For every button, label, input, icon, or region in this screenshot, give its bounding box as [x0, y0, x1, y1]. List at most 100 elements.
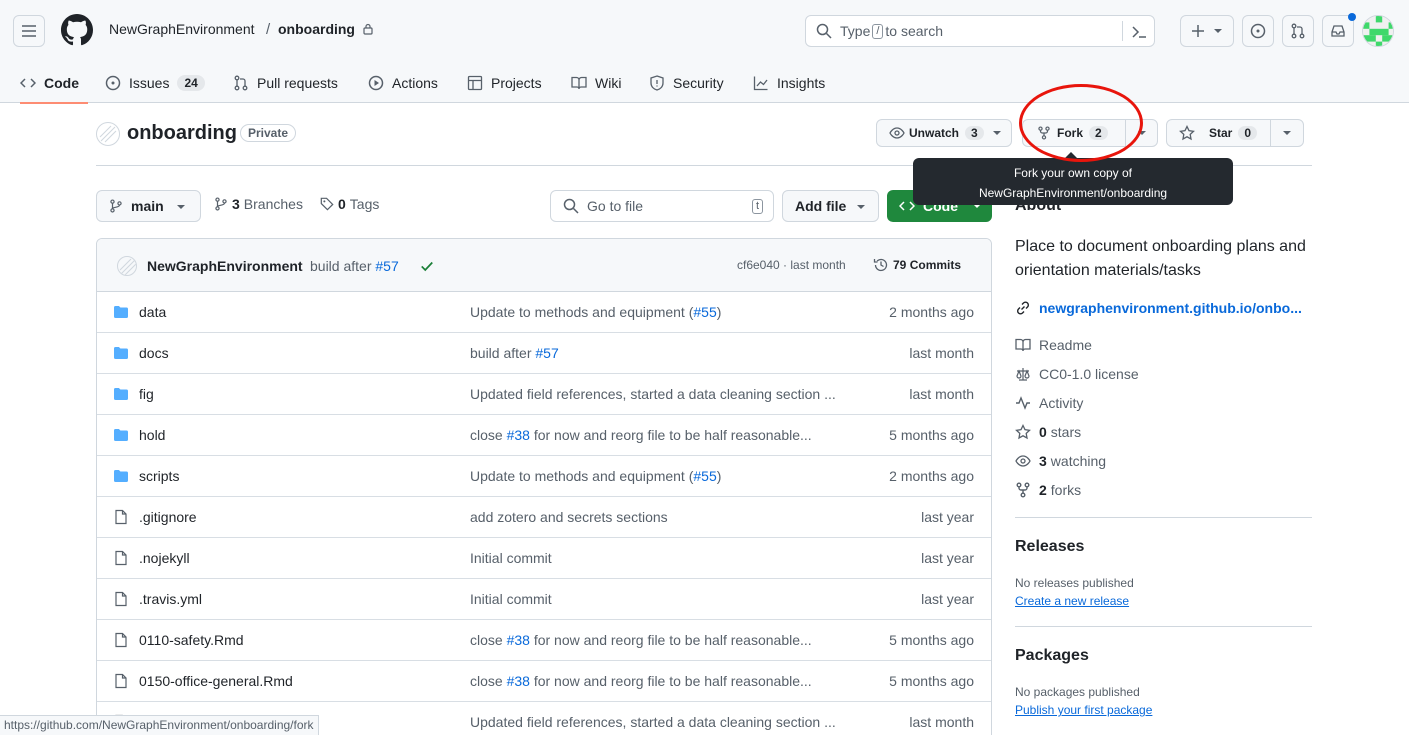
- file-commit-message[interactable]: build after #57: [470, 345, 855, 361]
- file-commit-message[interactable]: Updated field references, started a data…: [470, 714, 855, 730]
- file-name-link[interactable]: .travis.yml: [139, 591, 202, 607]
- branches-link[interactable]: 3 Branches: [214, 196, 303, 212]
- tab-wiki[interactable]: Wiki: [571, 62, 621, 103]
- homepage-link[interactable]: newgraphenvironment.github.io/onbo...: [1015, 300, 1302, 316]
- releases-heading[interactable]: Releases: [1015, 538, 1084, 556]
- forks-link[interactable]: 2 forks: [1015, 482, 1081, 498]
- go-to-file-input[interactable]: Go to file t: [550, 190, 774, 222]
- table-row[interactable]: 0150-office-general.Rmd close #38 for now…: [97, 661, 991, 702]
- file-commit-message[interactable]: Update to methods and equipment (#55): [470, 468, 855, 484]
- watching-link[interactable]: 3 watching: [1015, 453, 1106, 469]
- lock-icon: [363, 23, 373, 35]
- star-button[interactable]: Star 0: [1166, 119, 1271, 147]
- file-commit-message[interactable]: Initial commit: [470, 591, 855, 607]
- commit-message-text: add zotero and secrets sections: [470, 509, 668, 525]
- table-row[interactable]: .gitignore add zotero and secrets section…: [97, 497, 991, 538]
- tab-code[interactable]: Code: [20, 62, 88, 104]
- table-row[interactable]: .nojekyll Initial commit last year: [97, 538, 991, 579]
- search-input[interactable]: Type / to search: [805, 15, 1155, 47]
- commit-issue-link[interactable]: #57: [535, 345, 558, 361]
- pull-requests-button[interactable]: [1282, 15, 1314, 47]
- fork-tooltip: Fork your own copy of NewGraphEnvironmen…: [913, 152, 1233, 205]
- file-commit-message[interactable]: close #38 for now and reorg file to be h…: [470, 427, 855, 443]
- create-new-button[interactable]: [1180, 15, 1234, 47]
- homepage-url: newgraphenvironment.github.io/onbo...: [1039, 300, 1302, 316]
- latest-commit-bar: NewGraphEnvironment build after #57 cf6e…: [97, 239, 991, 292]
- repo-link[interactable]: onboarding: [278, 21, 374, 37]
- commit-message-text: close: [470, 427, 507, 443]
- tab-projects[interactable]: Projects: [467, 62, 542, 103]
- commit-time: last month: [790, 258, 846, 272]
- file-name-link[interactable]: 0150-office-general.Rmd: [139, 673, 293, 689]
- file-name-link[interactable]: hold: [139, 427, 165, 443]
- activity-link[interactable]: Activity: [1015, 395, 1083, 411]
- table-row[interactable]: docs build after #57 last month: [97, 333, 991, 374]
- commit-issue-link[interactable]: #57: [375, 258, 398, 274]
- table-row[interactable]: hold close #38 for now and reorg file to …: [97, 415, 991, 456]
- file-commit-message[interactable]: Update to methods and equipment (#55): [470, 304, 855, 320]
- global-header: NewGraphEnvironment / onboarding Type / …: [0, 0, 1409, 104]
- file-name-link[interactable]: fig: [139, 386, 154, 402]
- commit-issue-link[interactable]: #38: [507, 673, 530, 689]
- file-name-link[interactable]: 0110-safety.Rmd: [139, 632, 244, 648]
- git-branch-icon: [110, 199, 122, 213]
- file-name-link[interactable]: .nojekyll: [139, 550, 190, 566]
- chevron-down-icon: [1283, 131, 1291, 135]
- repo-title[interactable]: onboarding: [127, 122, 237, 145]
- stars-link[interactable]: 0 stars: [1015, 424, 1081, 440]
- commit-sha[interactable]: cf6e040: [737, 258, 780, 272]
- unwatch-button[interactable]: Unwatch 3: [876, 119, 1012, 147]
- file-name-link[interactable]: docs: [139, 345, 169, 361]
- notifications-button[interactable]: [1322, 13, 1356, 47]
- tab-actions[interactable]: Actions: [368, 62, 438, 103]
- table-row[interactable]: fig Updated field references, started a d…: [97, 374, 991, 415]
- readme-label: Readme: [1039, 337, 1092, 353]
- commits-history-link[interactable]: 79 Commits: [873, 257, 961, 273]
- file-commit-message[interactable]: Initial commit: [470, 550, 855, 566]
- user-avatar[interactable]: [1362, 15, 1394, 47]
- command-palette-icon[interactable]: [1131, 24, 1147, 40]
- publish-package-link[interactable]: Publish your first package: [1015, 703, 1152, 717]
- file-name-link[interactable]: .gitignore: [139, 509, 197, 525]
- commit-issue-link[interactable]: #55: [693, 468, 716, 484]
- table-row[interactable]: 0110-safety.Rmd close #38 for now and reo…: [97, 620, 991, 661]
- github-logo-icon[interactable]: [61, 14, 93, 46]
- table-row[interactable]: data Update to methods and equipment (#55…: [97, 292, 991, 333]
- file-commit-message[interactable]: Updated field references, started a data…: [470, 386, 855, 402]
- owner-link[interactable]: NewGraphEnvironment: [109, 21, 255, 37]
- table-row[interactable]: .travis.yml Initial commit last year: [97, 579, 991, 620]
- add-file-button[interactable]: Add file: [782, 190, 879, 222]
- check-icon[interactable]: [420, 259, 434, 273]
- star-dropdown-button[interactable]: [1270, 119, 1304, 147]
- commit-issue-link[interactable]: #38: [507, 632, 530, 648]
- commit-message[interactable]: build after #57: [310, 258, 399, 274]
- file-commit-message[interactable]: close #38 for now and reorg file to be h…: [470, 632, 855, 648]
- search-icon: [816, 23, 832, 39]
- file-commit-message[interactable]: add zotero and secrets sections: [470, 509, 855, 525]
- tab-security[interactable]: Security: [649, 62, 724, 103]
- file-commit-message[interactable]: close #38 for now and reorg file to be h…: [470, 673, 855, 689]
- tags-link[interactable]: 0 Tags: [320, 196, 379, 212]
- history-icon: [873, 258, 888, 272]
- license-link[interactable]: CC0-1.0 license: [1015, 366, 1139, 382]
- create-release-link[interactable]: Create a new release: [1015, 594, 1129, 608]
- tab-insights[interactable]: Insights: [753, 62, 825, 103]
- file-name-link[interactable]: scripts: [139, 468, 179, 484]
- commit-issue-link[interactable]: #55: [693, 304, 716, 320]
- graph-icon: [753, 76, 768, 90]
- menu-button[interactable]: [13, 15, 45, 47]
- issues-button[interactable]: [1242, 15, 1274, 47]
- readme-link[interactable]: Readme: [1015, 337, 1092, 353]
- packages-heading[interactable]: Packages: [1015, 647, 1089, 665]
- file-commit-date: 5 months ago: [889, 427, 974, 443]
- file-name-link[interactable]: data: [139, 304, 166, 320]
- branch-selector[interactable]: main: [96, 190, 201, 222]
- commit-author-avatar[interactable]: [117, 256, 137, 276]
- commit-issue-link[interactable]: #38: [507, 427, 530, 443]
- tab-pull-requests[interactable]: Pull requests: [233, 62, 338, 103]
- table-row[interactable]: scripts Update to methods and equipment (…: [97, 456, 991, 497]
- tab-issues[interactable]: Issues 24: [105, 62, 205, 103]
- repo-owner-avatar[interactable]: [96, 122, 120, 146]
- commit-author[interactable]: NewGraphEnvironment: [147, 258, 303, 274]
- commit-message-text: ): [716, 304, 722, 320]
